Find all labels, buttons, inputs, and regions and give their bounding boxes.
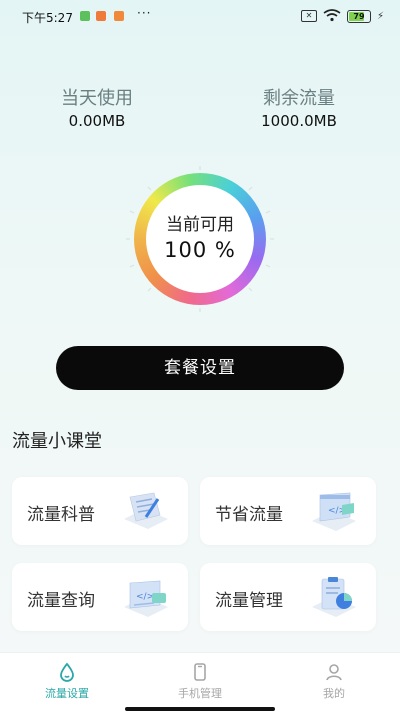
charging-icon: ⚡: [376, 10, 384, 22]
tab-mine[interactable]: 我的: [294, 661, 374, 701]
wifi-icon: [323, 7, 341, 26]
tab-label: 我的: [323, 687, 345, 700]
card-data-science[interactable]: 流量科普: [12, 477, 188, 545]
status-time: 下午5:27: [22, 11, 73, 25]
card-label: 流量科普: [27, 505, 95, 525]
today-usage-label: 当天使用: [61, 88, 133, 109]
today-usage: 当天使用 0.00MB: [22, 84, 172, 130]
tab-label: 流量设置: [45, 687, 89, 700]
no-sim-icon: ✕: [300, 10, 317, 22]
phone-icon: [189, 661, 211, 683]
gauge-title: 当前可用: [166, 215, 234, 235]
tab-phone-management[interactable]: 手机管理: [160, 661, 240, 701]
plan-settings-button[interactable]: 套餐设置: [56, 346, 344, 390]
tab-data-settings[interactable]: 流量设置: [27, 661, 107, 701]
card-label: 流量管理: [215, 591, 283, 611]
battery-icon: 79: [346, 9, 371, 23]
availability-gauge: 当前可用 100 %: [120, 164, 280, 314]
tab-label: 手机管理: [178, 687, 222, 700]
remaining-data: 剩余流量 1000.0MB: [224, 84, 374, 130]
more-notifications-icon: ···: [137, 6, 152, 20]
battery-level: 79: [353, 11, 365, 21]
gauge-value: 100 %: [164, 238, 236, 262]
home-indicator[interactable]: [125, 707, 275, 711]
section-title: 流量小课堂: [12, 431, 102, 452]
code-search-icon: </>: [120, 575, 172, 619]
clipboard-chart-icon: [308, 575, 360, 619]
shop-app-icon: [96, 11, 106, 21]
mail-app-icon: [114, 11, 124, 21]
svg-text:</>: </>: [136, 592, 154, 602]
today-usage-value: 0.00MB: [68, 112, 126, 130]
card-data-management[interactable]: 流量管理: [200, 563, 376, 631]
document-pen-icon: [120, 489, 172, 533]
code-window-icon: </>: [308, 489, 360, 533]
card-label: 流量查询: [27, 591, 95, 611]
remaining-data-label: 剩余流量: [263, 88, 335, 109]
card-data-query[interactable]: 流量查询 </>: [12, 563, 188, 631]
remaining-data-value: 1000.0MB: [261, 112, 337, 130]
chat-app-icon: [80, 11, 90, 21]
droplet-icon: [56, 661, 78, 683]
status-bar: 下午5:27 ··· ✕ 79 ⚡: [0, 0, 400, 32]
user-icon: [323, 661, 345, 683]
card-save-data[interactable]: 节省流量 </>: [200, 477, 376, 545]
card-label: 节省流量: [215, 505, 283, 525]
